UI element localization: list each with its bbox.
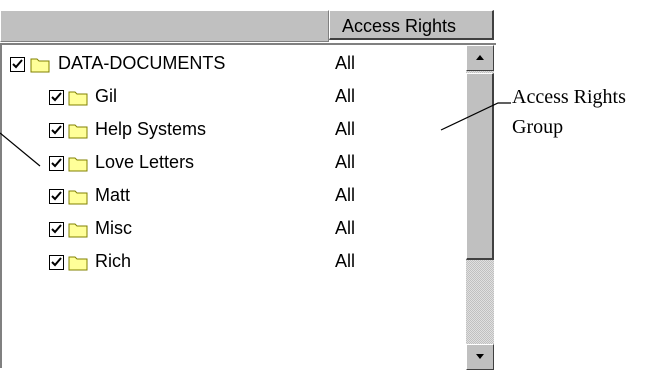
callout-line-2: Group [512, 116, 564, 138]
callout-label: Access Rights Group [512, 82, 626, 142]
callout-line-1: Access Rights [512, 86, 626, 108]
callout-lines [0, 102, 511, 167]
